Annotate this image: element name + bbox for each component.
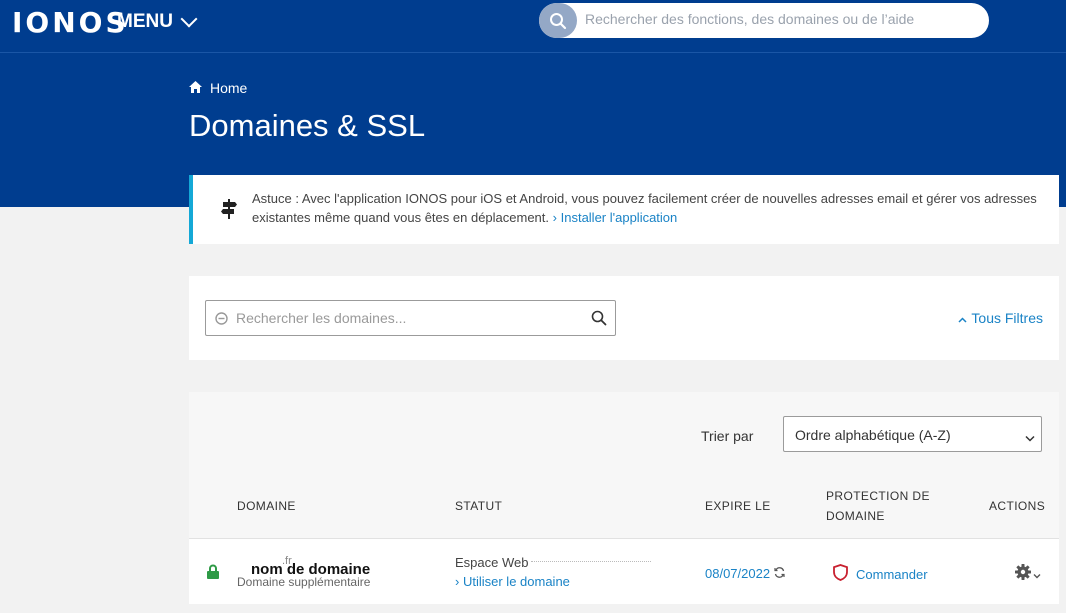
menu-button[interactable]: MENU bbox=[117, 10, 198, 33]
sort-label: Trier par bbox=[701, 428, 754, 444]
all-filters-label: Tous Filtres bbox=[971, 310, 1043, 326]
status-redacted bbox=[531, 561, 651, 562]
sort-select[interactable]: Ordre alphabétique (A-Z) bbox=[783, 416, 1042, 452]
expiry-date: 08/07/2022 bbox=[705, 566, 785, 581]
chevron-down-icon bbox=[180, 10, 198, 28]
auto-renew-icon bbox=[774, 566, 785, 581]
order-protection-link[interactable]: Commander bbox=[833, 564, 928, 584]
all-filters-link[interactable]: Tous Filtres bbox=[958, 310, 1043, 326]
ionos-logo[interactable]: IONOS bbox=[12, 6, 129, 39]
install-app-label: Installer l'application bbox=[560, 210, 678, 225]
home-icon bbox=[189, 80, 202, 96]
chevron-right-icon: › bbox=[455, 574, 460, 589]
tip-text: Astuce : Avec l'application IONOS pour i… bbox=[252, 189, 1042, 227]
tip-banner: Astuce : Avec l'application IONOS pour i… bbox=[189, 175, 1059, 244]
use-domain-link[interactable]: › Utiliser le domaine bbox=[455, 574, 570, 589]
chevron-down-icon bbox=[1025, 429, 1035, 445]
status-text: Espace Web bbox=[455, 555, 529, 570]
chevron-right-icon: › bbox=[552, 210, 557, 225]
domain-search[interactable] bbox=[205, 300, 616, 336]
domain-type: Domaine supplémentaire bbox=[237, 575, 371, 589]
domain-search-input[interactable] bbox=[236, 310, 576, 326]
chevron-down-icon bbox=[1033, 566, 1041, 584]
page-title: Domaines & SSL bbox=[189, 108, 426, 143]
install-app-link[interactable]: › Installer l'application bbox=[553, 210, 678, 225]
filter-card: Tous Filtres bbox=[189, 276, 1059, 360]
breadcrumb-home[interactable]: Home bbox=[210, 80, 247, 96]
expiry-value: 08/07/2022 bbox=[705, 566, 771, 581]
search-icon[interactable] bbox=[591, 310, 607, 331]
no-entry-icon bbox=[215, 312, 228, 330]
top-navigation-bar: IONOS MENU bbox=[0, 0, 1066, 52]
use-domain-label: Utiliser le domaine bbox=[462, 574, 570, 589]
gear-icon bbox=[1015, 564, 1031, 585]
column-header-expires[interactable]: EXPIRE LE bbox=[705, 496, 771, 516]
sort-selected-value: Ordre alphabétique (A-Z) bbox=[795, 427, 951, 443]
column-header-protection[interactable]: PROTECTION DE DOMAINE bbox=[826, 486, 946, 526]
column-header-actions: ACTIONS bbox=[989, 499, 1046, 513]
column-header-status[interactable]: STATUT bbox=[455, 496, 502, 516]
search-icon[interactable] bbox=[539, 3, 577, 38]
shield-icon bbox=[833, 564, 848, 584]
global-search-input[interactable] bbox=[585, 11, 980, 27]
breadcrumb[interactable]: Home bbox=[189, 80, 247, 96]
row-actions-menu[interactable] bbox=[1015, 564, 1041, 585]
order-protection-label: Commander bbox=[856, 566, 928, 582]
column-header-domain[interactable]: DOMAINE bbox=[237, 496, 296, 516]
chevron-up-icon bbox=[958, 310, 967, 326]
signpost-icon bbox=[221, 199, 237, 224]
lock-icon bbox=[207, 564, 219, 584]
menu-label: MENU bbox=[117, 11, 173, 32]
global-search bbox=[539, 3, 989, 38]
table-row[interactable]: .fr nom de domaine Domaine supplémentair… bbox=[189, 538, 1059, 604]
domain-list: Trier par Ordre alphabétique (A-Z) DOMAI… bbox=[189, 392, 1059, 604]
